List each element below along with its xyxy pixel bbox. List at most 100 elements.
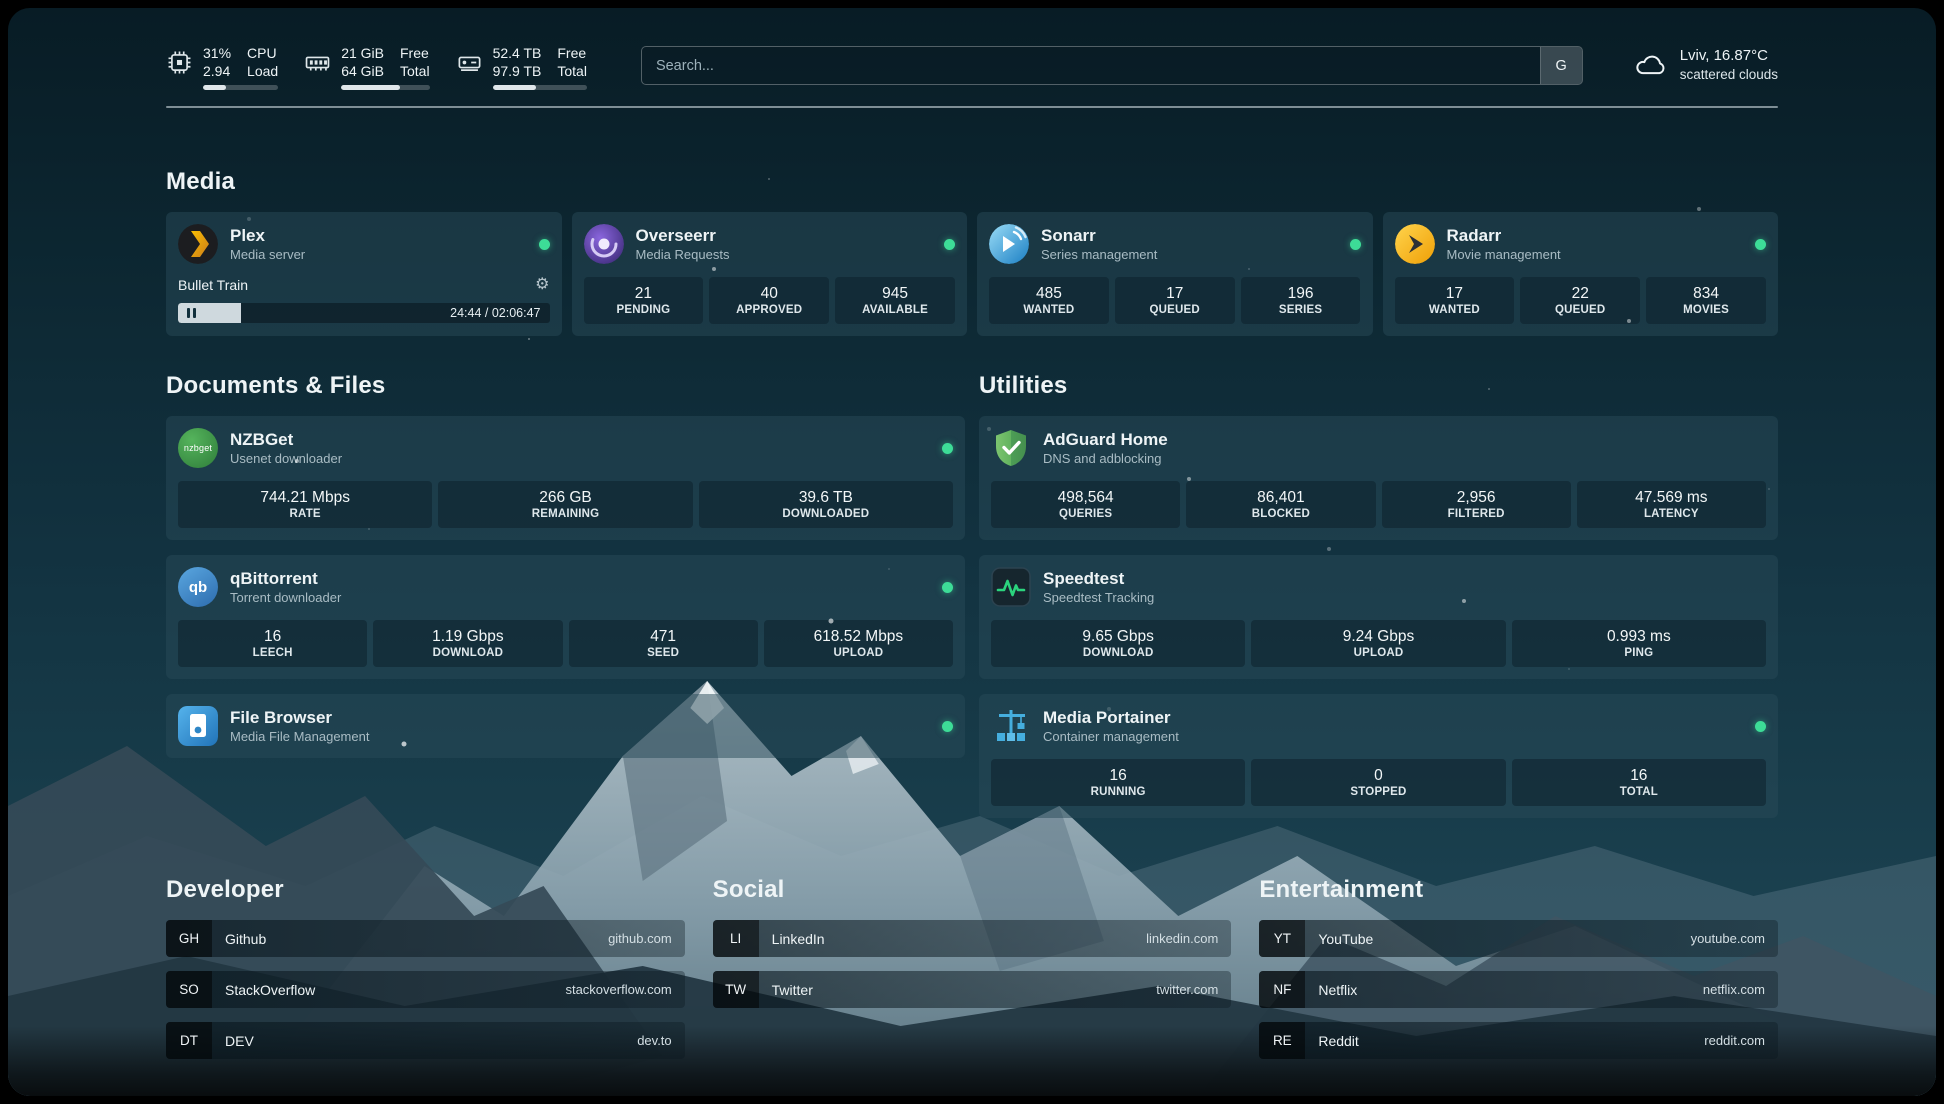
cpu-load-value: 2.94 (203, 62, 231, 80)
bookmark-name: StackOverflow (212, 982, 315, 998)
cpu-label: CPU (247, 44, 278, 62)
service-card-plex[interactable]: Plex Media server Bullet Train ⚙ 24:44 /… (166, 212, 562, 336)
service-card-radarr[interactable]: Radarr Movie management 17 WANTED 22 QUE… (1383, 212, 1779, 336)
now-playing-row: Bullet Train ⚙ (178, 276, 550, 294)
filebrowser-icon (178, 706, 218, 746)
status-online-dot (1350, 239, 1361, 250)
service-name: Radarr (1447, 225, 1561, 246)
card-header: Plex Media server (178, 224, 550, 264)
service-card-overseerr[interactable]: Overseerr Media Requests 21 PENDING 40 A… (572, 212, 968, 336)
service-description: DNS and adblocking (1043, 450, 1168, 467)
stat-tiles: 744.21 Mbps RATE 266 GB REMAINING 39.6 T… (178, 481, 953, 528)
nzbget-icon: nzbget (178, 428, 218, 468)
service-card-filebrowser[interactable]: File Browser Media File Management (166, 694, 965, 758)
service-name: AdGuard Home (1043, 429, 1168, 450)
bookmark-linkedin[interactable]: LI LinkedIn linkedin.com (713, 920, 1232, 957)
stat-value: 2,956 (1386, 488, 1567, 507)
weather-widget: Lviv, 16.87°C scattered clouds (1633, 46, 1778, 83)
weather-location: Lviv, 16.87°C (1680, 46, 1778, 66)
bookmark-url: linkedin.com (1146, 931, 1231, 946)
stat-label: RUNNING (995, 785, 1241, 800)
gear-icon[interactable]: ⚙ (535, 276, 549, 294)
search-input[interactable] (642, 47, 1540, 84)
section-title-entertainment: Entertainment (1259, 876, 1778, 904)
status-online-dot (539, 239, 550, 250)
card-header: nzbget NZBGet Usenet downloader (178, 428, 953, 468)
service-name: NZBGet (230, 429, 342, 450)
stat-value: 1.19 Gbps (377, 627, 558, 646)
search-provider-button[interactable]: G (1540, 47, 1582, 84)
service-card-qbittorrent[interactable]: qb qBittorrent Torrent downloader 16 (166, 555, 965, 679)
stat-tiles: 16 LEECH 1.19 Gbps DOWNLOAD 471 SEED (178, 620, 953, 667)
cpu-percent: 31% (203, 44, 231, 62)
cloud-icon (1633, 50, 1669, 80)
service-card-nzbget[interactable]: nzbget NZBGet Usenet downloader 744.21 M… (166, 416, 965, 540)
bookmark-youtube[interactable]: YT YouTube youtube.com (1259, 920, 1778, 957)
service-description: Container management (1043, 728, 1179, 745)
github-abbr-icon: GH (166, 920, 212, 957)
qbittorrent-icon: qb (178, 567, 218, 607)
cpu-usage-bar (203, 85, 278, 90)
bookmark-name: YouTube (1305, 931, 1373, 947)
bookmark-dev[interactable]: DT DEV dev.to (166, 1022, 685, 1059)
bookmark-url: twitter.com (1156, 982, 1231, 997)
service-description: Series management (1041, 246, 1157, 263)
bookmark-list: GH Github github.com SO StackOverflow st… (166, 920, 685, 1059)
memory-ram-icon (304, 49, 331, 76)
bookmark-netflix[interactable]: NF Netflix netflix.com (1259, 971, 1778, 1008)
stat-value: 9.65 Gbps (995, 627, 1241, 646)
disk-free-label: Free (557, 44, 587, 62)
card-header: Sonarr Series management (989, 224, 1361, 264)
stat-value: 17 (1399, 284, 1511, 303)
dev-abbr-icon: DT (166, 1022, 212, 1059)
service-card-portainer[interactable]: Media Portainer Container management 16 … (979, 694, 1778, 818)
stat-tile: 16 RUNNING (991, 759, 1245, 806)
service-card-speedtest[interactable]: Speedtest Speedtest Tracking 9.65 Gbps D… (979, 555, 1778, 679)
stat-tile: 40 APPROVED (709, 277, 829, 324)
search-bar: G (641, 46, 1583, 85)
middle-columns: Documents & Files nzbget NZBGet Usenet d… (166, 372, 1778, 818)
status-online-dot (1755, 239, 1766, 250)
stat-label: AVAILABLE (839, 303, 951, 318)
stat-label: SEED (573, 646, 754, 661)
stat-tiles: 21 PENDING 40 APPROVED 945 AVAILABLE (584, 277, 956, 324)
service-name: File Browser (230, 707, 369, 728)
stat-label: DOWNLOADED (703, 507, 949, 522)
service-card-adguard[interactable]: AdGuard Home DNS and adblocking 498,564 … (979, 416, 1778, 540)
stat-tile: 196 SERIES (1241, 277, 1361, 324)
status-online-dot (942, 443, 953, 454)
weather-condition: scattered clouds (1680, 66, 1778, 83)
bookmark-reddit[interactable]: RE Reddit reddit.com (1259, 1022, 1778, 1059)
stat-tile: 0.993 ms PING (1512, 620, 1766, 667)
stat-label: QUERIES (995, 507, 1176, 522)
stat-label: UPLOAD (1255, 646, 1501, 661)
stat-value: 47.569 ms (1581, 488, 1762, 507)
stat-tile: 618.52 Mbps UPLOAD (764, 620, 953, 667)
stat-tile: 744.21 Mbps RATE (178, 481, 432, 528)
stat-label: PENDING (588, 303, 700, 318)
stat-tile: 266 GB REMAINING (438, 481, 692, 528)
bookmark-url: dev.to (637, 1033, 684, 1048)
bookmark-github[interactable]: GH Github github.com (166, 920, 685, 957)
service-description: Media Requests (636, 246, 730, 263)
overseerr-icon (584, 224, 624, 264)
reddit-abbr-icon: RE (1259, 1022, 1305, 1059)
service-name: qBittorrent (230, 568, 341, 589)
stat-value: 196 (1245, 284, 1357, 303)
memory-free-label: Free (400, 44, 430, 62)
bookmark-name: DEV (212, 1033, 254, 1049)
section-title-developer: Developer (166, 876, 685, 904)
stat-label: WANTED (993, 303, 1105, 318)
service-description: Media server (230, 246, 305, 263)
stat-value: 266 GB (442, 488, 688, 507)
stat-tiles: 17 WANTED 22 QUEUED 834 MOVIES (1395, 277, 1767, 324)
service-card-sonarr[interactable]: Sonarr Series management 485 WANTED 17 Q… (977, 212, 1373, 336)
stat-label: TOTAL (1516, 785, 1762, 800)
disk-free-value: 52.4 TB (493, 44, 542, 62)
stat-value: 834 (1650, 284, 1762, 303)
pause-icon[interactable] (187, 308, 196, 318)
section-utilities: Utilities (979, 372, 1778, 818)
bookmark-stackoverflow[interactable]: SO StackOverflow stackoverflow.com (166, 971, 685, 1008)
top-bar: 31% 2.94 CPU Load (166, 8, 1778, 90)
bookmark-twitter[interactable]: TW Twitter twitter.com (713, 971, 1232, 1008)
